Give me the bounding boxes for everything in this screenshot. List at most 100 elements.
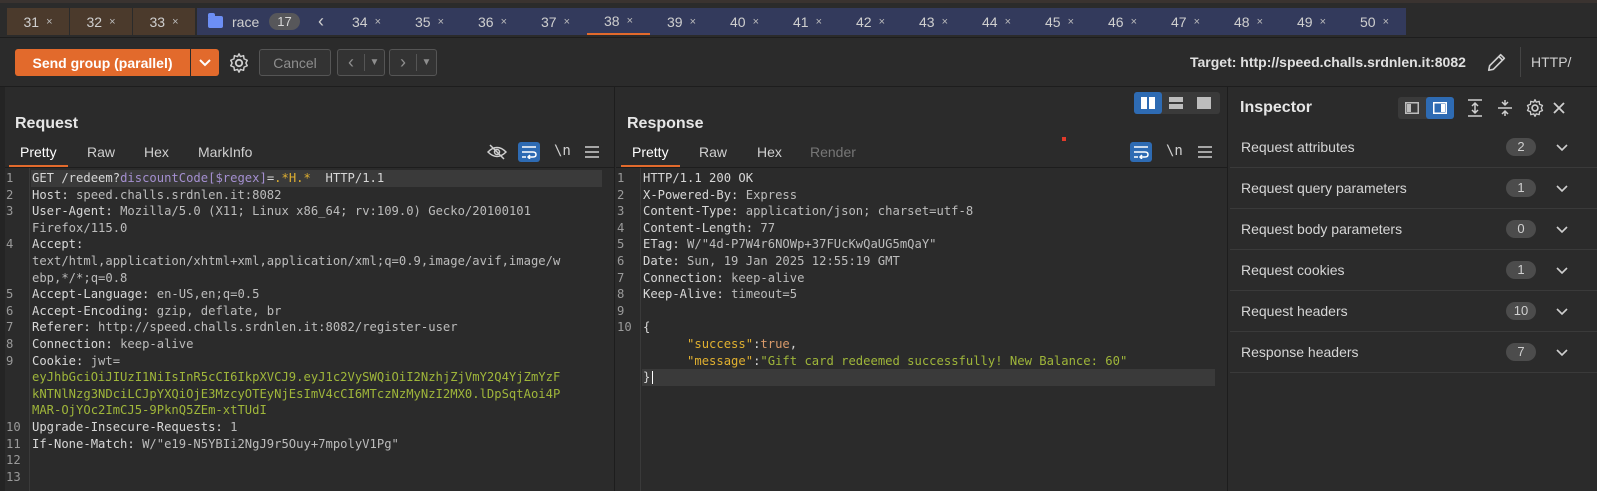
close-tab-icon[interactable]: × — [172, 16, 178, 28]
inspector-section[interactable]: Response headers 7 — [1230, 332, 1597, 373]
close-tab-icon[interactable]: × — [753, 16, 759, 28]
tab-35[interactable]: 35 × — [398, 8, 461, 35]
tab-33[interactable]: 33 × — [133, 8, 195, 35]
close-tab-icon[interactable]: × — [1257, 16, 1263, 28]
layout-tabs-button[interactable] — [1190, 92, 1218, 114]
tab-32[interactable]: 32 × — [70, 8, 132, 35]
tab-36[interactable]: 36 × — [461, 8, 524, 35]
tab-45[interactable]: 45 × — [1028, 8, 1091, 35]
line-content: Content-Type: application/json; charset=… — [643, 203, 973, 220]
tab-46[interactable]: 46 × — [1091, 8, 1154, 35]
request-tab-markinfo[interactable]: MarkInfo — [198, 144, 252, 160]
back-button[interactable]: ‹ ▼ — [337, 49, 385, 76]
close-tab-icon[interactable]: × — [375, 16, 381, 28]
chevron-down-icon[interactable] — [1556, 262, 1568, 278]
send-group-button[interactable]: Send group (parallel) — [15, 49, 190, 76]
hamburger-icon — [1198, 146, 1212, 158]
tab-31[interactable]: 31 × — [7, 8, 69, 35]
expand-all-button[interactable] — [1464, 98, 1486, 118]
tab-49[interactable]: 49 × — [1280, 8, 1343, 35]
line-number: 11 — [6, 436, 21, 451]
tab-43[interactable]: 43 × — [902, 8, 965, 35]
response-show-newlines-button[interactable]: \n — [1166, 143, 1183, 159]
collapse-group-button[interactable]: ‹ — [307, 8, 335, 35]
show-newlines-button[interactable]: \n — [554, 143, 571, 159]
line-number: 5 — [6, 287, 14, 302]
chevron-down-icon[interactable] — [1556, 344, 1568, 360]
tab-41[interactable]: 41 × — [776, 8, 839, 35]
request-tab-hex[interactable]: Hex — [144, 144, 169, 160]
tab-34[interactable]: 34 × — [335, 8, 398, 35]
chevron-down-icon[interactable] — [1556, 303, 1568, 319]
back-history-dropdown-icon[interactable]: ▼ — [365, 57, 384, 68]
close-tab-icon[interactable]: × — [1383, 16, 1389, 28]
tab-label: 50 — [1359, 13, 1376, 30]
settings-button[interactable] — [226, 50, 252, 76]
close-tab-icon[interactable]: × — [627, 15, 633, 27]
chevron-down-icon[interactable] — [1556, 139, 1568, 155]
inspector-layout-right-button[interactable] — [1426, 97, 1454, 119]
inspector-section[interactable]: Request attributes 2 — [1230, 127, 1597, 168]
close-tab-icon[interactable]: × — [816, 16, 822, 28]
layout-side-by-side-button[interactable] — [1134, 92, 1162, 114]
chevron-down-icon[interactable] — [1556, 221, 1568, 237]
close-tab-icon[interactable]: × — [1005, 16, 1011, 28]
collapse-all-button[interactable] — [1494, 98, 1516, 118]
close-tab-icon[interactable]: × — [109, 16, 115, 28]
forward-history-dropdown-icon[interactable]: ▼ — [417, 57, 436, 68]
code-token: { — [643, 320, 651, 335]
request-editor[interactable]: 1 GET /redeem?discountCode[$regex]=.*H.* … — [5, 168, 614, 491]
response-wrap-lines-button[interactable] — [1130, 142, 1152, 162]
request-tab-raw[interactable]: Raw — [87, 144, 115, 160]
tab-40[interactable]: 40 × — [713, 8, 776, 35]
response-tab-hex[interactable]: Hex — [757, 144, 782, 160]
close-tab-icon[interactable]: × — [564, 16, 570, 28]
close-tab-icon[interactable]: × — [942, 16, 948, 28]
close-tab-icon[interactable]: × — [1068, 16, 1074, 28]
close-inspector-button[interactable] — [1552, 98, 1566, 118]
wrap-lines-button[interactable] — [518, 142, 540, 162]
request-line: 6 Accept-Encoding: gzip, deflate, br — [5, 303, 614, 320]
inspector-layout-left-button[interactable] — [1398, 97, 1426, 119]
response-tab-pretty[interactable]: Pretty — [621, 144, 680, 167]
edit-target-button[interactable] — [1486, 51, 1508, 73]
layout-stacked-button[interactable] — [1162, 92, 1190, 114]
close-tab-icon[interactable]: × — [879, 16, 885, 28]
request-tab-pretty[interactable]: Pretty — [9, 144, 68, 167]
tab-label: 49 — [1296, 13, 1313, 30]
response-editor[interactable]: 1 HTTP/1.1 200 OK 2 X-Powered-By: Express 3 C… — [616, 168, 1227, 491]
response-tab-render[interactable]: Render — [810, 144, 856, 160]
hide-nonprintable-button[interactable] — [486, 142, 508, 162]
close-tab-icon[interactable]: × — [438, 16, 444, 28]
tab-44[interactable]: 44 × — [965, 8, 1028, 35]
inspector-section[interactable]: Request body parameters 0 — [1230, 209, 1597, 250]
send-options-dropdown-button[interactable] — [191, 49, 219, 76]
tab-47[interactable]: 47 × — [1154, 8, 1217, 35]
response-tab-raw[interactable]: Raw — [699, 144, 727, 160]
tab-39[interactable]: 39 × — [650, 8, 713, 35]
tab-37[interactable]: 37 × — [524, 8, 587, 35]
close-tab-icon[interactable]: × — [1194, 16, 1200, 28]
inspector-settings-button[interactable] — [1524, 97, 1546, 119]
tab-48[interactable]: 48 × — [1217, 8, 1280, 35]
request-line: 7 Referer: http://speed.challs.srdnlen.it… — [5, 319, 614, 336]
tab-50[interactable]: 50 × — [1343, 8, 1406, 35]
cancel-button[interactable]: Cancel — [259, 49, 331, 76]
tab-group-race[interactable]: race 17 — [197, 8, 307, 35]
close-tab-icon[interactable]: × — [1320, 16, 1326, 28]
close-tab-icon[interactable]: × — [690, 16, 696, 28]
layout-toggle — [1134, 92, 1220, 114]
close-tab-icon[interactable]: × — [46, 16, 52, 28]
close-tab-icon[interactable]: × — [1131, 16, 1137, 28]
tab-42[interactable]: 42 × — [839, 8, 902, 35]
forward-button[interactable]: › ▼ — [389, 49, 437, 76]
tab-38[interactable]: 38 × — [587, 8, 650, 35]
http-version-label[interactable]: HTTP/ — [1520, 47, 1571, 77]
chevron-down-icon[interactable] — [1556, 180, 1568, 196]
inspector-section[interactable]: Request query parameters 1 — [1230, 168, 1597, 209]
inspector-section[interactable]: Request cookies 1 — [1230, 250, 1597, 291]
request-menu-button[interactable] — [581, 142, 603, 162]
response-menu-button[interactable] — [1194, 142, 1216, 162]
inspector-section[interactable]: Request headers 10 — [1230, 291, 1597, 332]
close-tab-icon[interactable]: × — [501, 16, 507, 28]
